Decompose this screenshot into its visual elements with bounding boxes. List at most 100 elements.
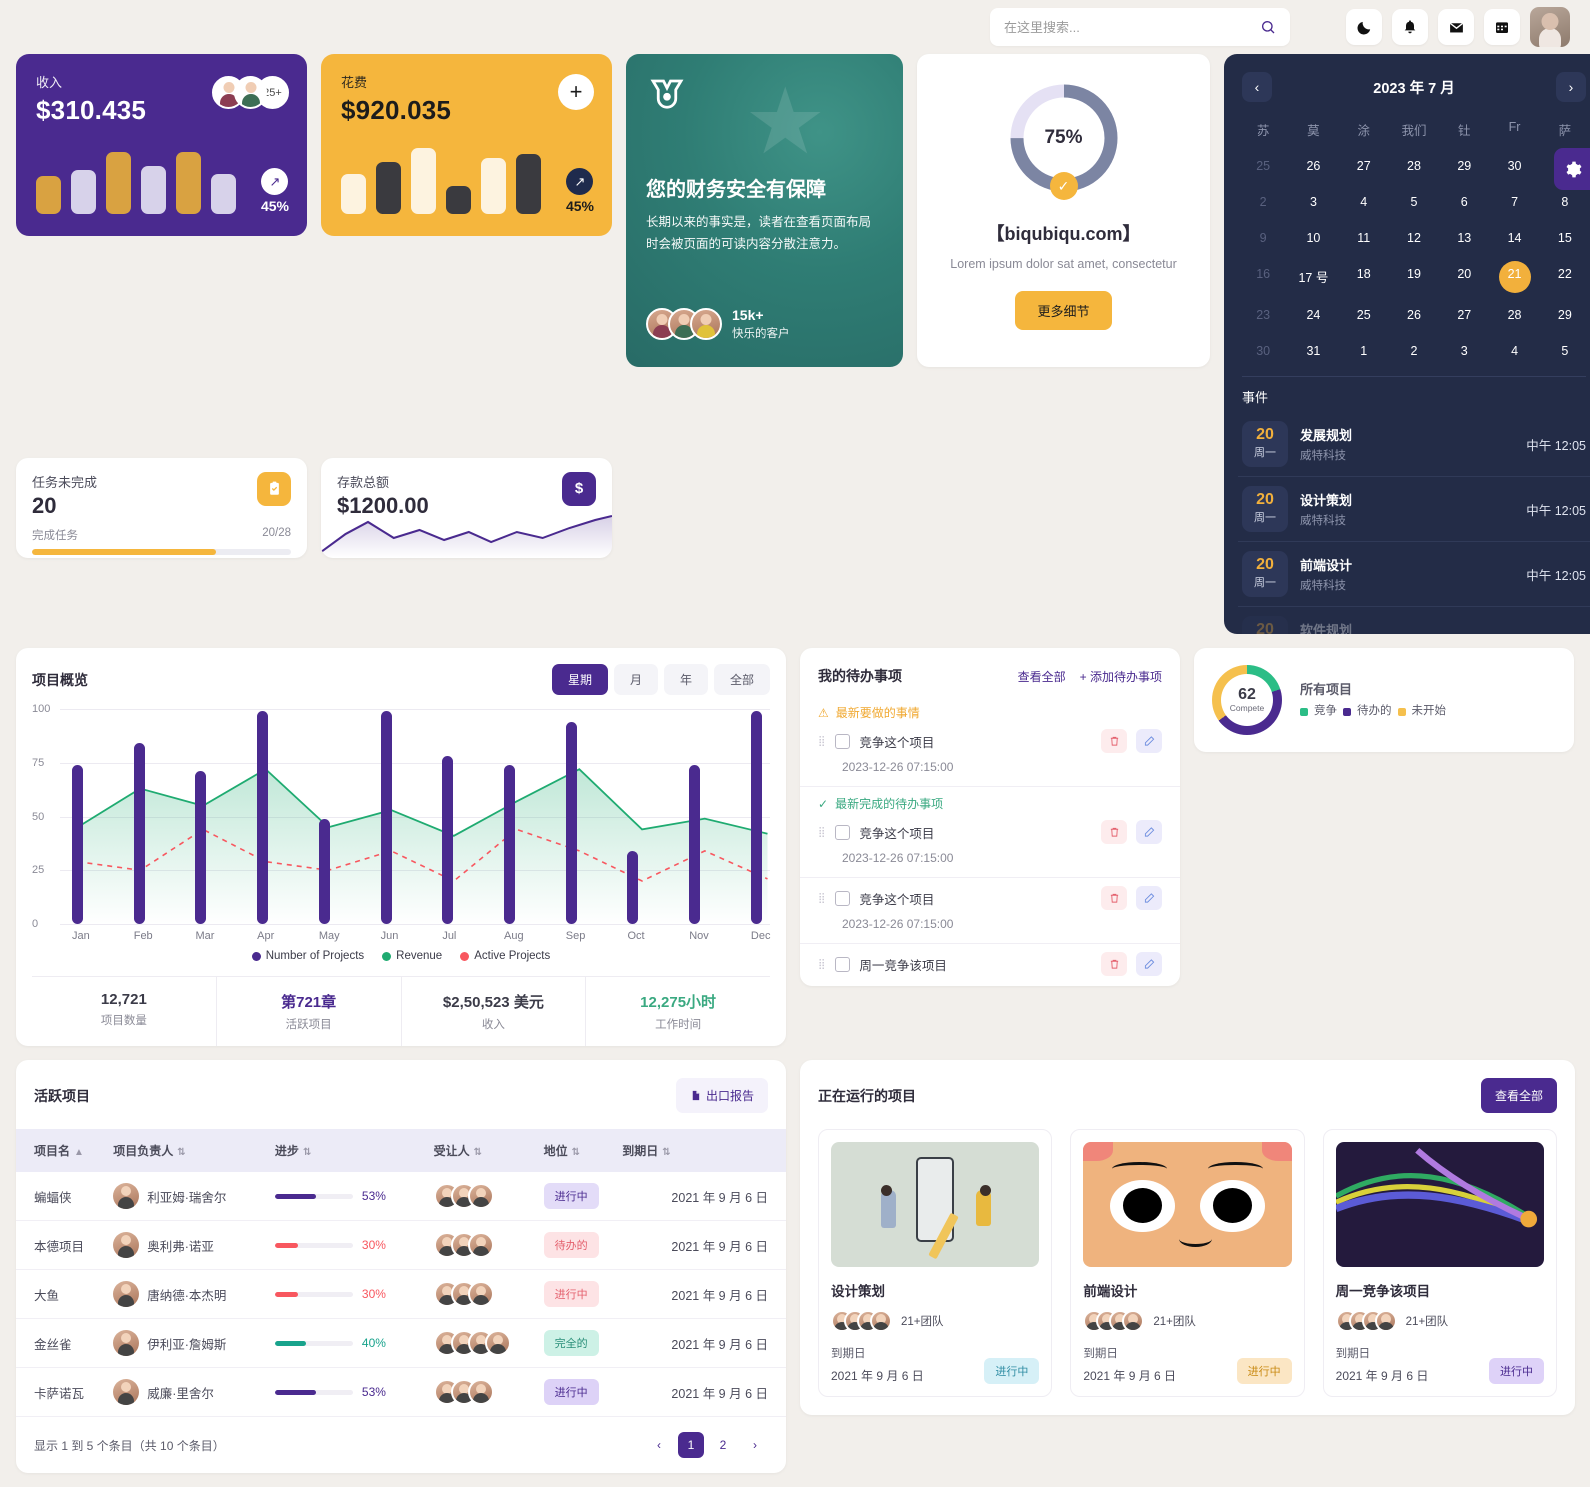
calendar-day[interactable]: 14 xyxy=(1489,221,1539,255)
calendar-day[interactable]: 16 xyxy=(1238,257,1288,296)
table-row[interactable]: 卡萨诺瓦 威廉·里舍尔 53% 进行中 2021 年 9 月 6 日 xyxy=(16,1367,786,1417)
search-icon[interactable] xyxy=(1260,19,1276,35)
calendar-day[interactable]: 19 xyxy=(1389,257,1439,296)
edit-todo-button[interactable] xyxy=(1136,952,1162,976)
table-row[interactable]: 大鱼 唐纳德·本杰明 30% 进行中 2021 年 9 月 6 日 xyxy=(16,1269,786,1319)
todo-item[interactable]: ⣿ 竞争这个项目 xyxy=(818,729,1162,753)
calendar-day[interactable]: 4 xyxy=(1339,185,1389,219)
calendar-day[interactable]: 25 xyxy=(1339,298,1389,332)
delete-todo-button[interactable] xyxy=(1101,952,1127,976)
calendar-day[interactable]: 24 xyxy=(1288,298,1338,332)
todo-checkbox[interactable] xyxy=(835,890,851,906)
calendar-day[interactable]: 7 xyxy=(1489,185,1539,219)
calendar-day[interactable]: 8 xyxy=(1540,185,1590,219)
calendar-day[interactable]: 2 xyxy=(1389,334,1439,368)
moon-icon[interactable] xyxy=(1346,9,1382,45)
pager-next-button[interactable]: › xyxy=(742,1432,768,1458)
edit-todo-button[interactable] xyxy=(1136,886,1162,910)
drag-handle-icon[interactable]: ⣿ xyxy=(818,827,826,837)
calendar-day[interactable]: 28 xyxy=(1389,149,1439,183)
todo-item[interactable]: ⣿ 竞争这个项目 xyxy=(818,886,1162,910)
calendar-day[interactable]: 27 xyxy=(1439,298,1489,332)
calendar-day[interactable]: 20 xyxy=(1439,257,1489,296)
delete-todo-button[interactable] xyxy=(1101,820,1127,844)
calendar-day[interactable]: 25 xyxy=(1238,149,1288,183)
table-column-header[interactable]: 受让人 ⇅ xyxy=(433,1129,544,1172)
calendar-day[interactable]: 18 xyxy=(1339,257,1389,296)
avatar[interactable] xyxy=(1530,7,1570,47)
event-item[interactable]: 20 周一 发展规划 威特科技 中午 12:05 xyxy=(1238,412,1590,477)
calendar-day[interactable]: 5 xyxy=(1540,334,1590,368)
table-row[interactable]: 本德项目 奥利弗·诺亚 30% 待办的 2021 年 9 月 6 日 xyxy=(16,1220,786,1270)
calendar-day[interactable]: 4 xyxy=(1489,334,1539,368)
calendar-day[interactable]: 12 xyxy=(1389,221,1439,255)
pager-page-button[interactable]: 2 xyxy=(710,1432,736,1458)
edit-todo-button[interactable] xyxy=(1136,729,1162,753)
calendar-day[interactable]: 2 xyxy=(1238,185,1288,219)
search-input[interactable] xyxy=(1004,19,1252,35)
calendar-day[interactable]: 13 xyxy=(1439,221,1489,255)
delete-todo-button[interactable] xyxy=(1101,886,1127,910)
calendar-next-button[interactable]: › xyxy=(1555,72,1586,102)
calendar-day[interactable]: 5 xyxy=(1389,185,1439,219)
calendar-day[interactable]: 6 xyxy=(1439,185,1489,219)
calendar-prev-button[interactable]: ‹ xyxy=(1242,72,1272,102)
delete-todo-button[interactable] xyxy=(1101,729,1127,753)
pager-prev-button[interactable]: ‹ xyxy=(646,1432,672,1458)
calendar-day[interactable]: 27 xyxy=(1339,149,1389,183)
calendar-day[interactable]: 29 xyxy=(1439,149,1489,183)
table-column-header[interactable]: 地位 ⇅ xyxy=(543,1129,623,1172)
event-item[interactable]: 20周一 软件规划威特科技中午 12:05 xyxy=(1238,607,1590,634)
calendar-day[interactable]: 28 xyxy=(1489,298,1539,332)
calendar-day[interactable]: 11 xyxy=(1339,221,1389,255)
event-item[interactable]: 20 周一 前端设计 威特科技 中午 12:05 xyxy=(1238,542,1590,607)
todo-checkbox[interactable] xyxy=(835,824,851,840)
chart-range-tab[interactable]: 星期 xyxy=(551,664,608,695)
calendar-day[interactable]: 30 xyxy=(1238,334,1288,368)
chart-range-tab[interactable]: 年 xyxy=(663,664,708,695)
calendar-day[interactable]: 22 xyxy=(1540,257,1590,296)
calendar-day[interactable]: 10 xyxy=(1288,221,1338,255)
chart-range-tab[interactable]: 全部 xyxy=(713,664,770,695)
event-item[interactable]: 20 周一 设计策划 威特科技 中午 12:05 xyxy=(1238,477,1590,542)
drag-handle-icon[interactable]: ⣿ xyxy=(818,736,826,746)
settings-gear-icon[interactable] xyxy=(1554,148,1590,190)
more-details-button[interactable]: 更多细节 xyxy=(1015,291,1112,331)
export-report-button[interactable]: 出口报告 xyxy=(675,1078,768,1113)
table-row[interactable]: 金丝雀 伊利亚·詹姆斯 40% 完全的 2021 年 9 月 6 日 xyxy=(16,1318,786,1368)
running-project-card[interactable]: 设计策划 21+团队 到期日 2021 年 9 月 6 日 进行中 xyxy=(818,1129,1053,1397)
running-project-card[interactable]: 周一竞争该项目 21+团队 到期日 2021 年 9 月 6 日 进行中 xyxy=(1322,1129,1557,1397)
calendar-day[interactable]: 31 xyxy=(1288,334,1338,368)
calendar-day[interactable]: 17 号 xyxy=(1288,257,1338,296)
calendar-day[interactable]: 21 xyxy=(1489,257,1539,296)
table-column-header[interactable]: 项目名 ▲ xyxy=(16,1129,114,1172)
drag-handle-icon[interactable]: ⣿ xyxy=(818,893,826,903)
drag-handle-icon[interactable]: ⣿ xyxy=(818,959,826,969)
calendar-day[interactable]: 15 xyxy=(1540,221,1590,255)
todo-add-link[interactable]: + 添加待办事项 xyxy=(1080,668,1162,685)
calendar-day[interactable]: 26 xyxy=(1389,298,1439,332)
todo-item[interactable]: ⣿ 竞争这个项目 xyxy=(818,820,1162,844)
table-row[interactable]: 蝙蝠侠 利亚姆·瑞舍尔 53% 进行中 2021 年 9 月 6 日 xyxy=(16,1172,786,1221)
todo-checkbox[interactable] xyxy=(835,956,851,972)
calendar-day[interactable]: 26 xyxy=(1288,149,1338,183)
table-column-header[interactable]: 项目负责人 ⇅ xyxy=(113,1129,275,1172)
calendar-day[interactable]: 1 xyxy=(1339,334,1389,368)
todo-view-all-link[interactable]: 查看全部 xyxy=(1018,668,1066,685)
calendar-day[interactable]: 30 xyxy=(1489,149,1539,183)
bell-icon[interactable] xyxy=(1392,9,1428,45)
table-column-header[interactable]: 到期日 ⇅ xyxy=(622,1129,786,1172)
calendar-day[interactable]: 9 xyxy=(1238,221,1288,255)
running-project-card[interactable]: 前端设计 21+团队 到期日 2021 年 9 月 6 日 进行中 xyxy=(1070,1129,1305,1397)
todo-item[interactable]: ⣿ 周一竞争该项目 xyxy=(818,952,1162,976)
table-column-header[interactable]: 进步 ⇅ xyxy=(274,1129,434,1172)
calendar-icon[interactable] xyxy=(1484,9,1520,45)
calendar-day[interactable]: 29 xyxy=(1540,298,1590,332)
pager-page-button[interactable]: 1 xyxy=(678,1432,704,1458)
running-view-all-button[interactable]: 查看全部 xyxy=(1480,1078,1557,1113)
todo-checkbox[interactable] xyxy=(835,733,851,749)
edit-todo-button[interactable] xyxy=(1136,820,1162,844)
calendar-day[interactable]: 3 xyxy=(1288,185,1338,219)
mail-icon[interactable] xyxy=(1438,9,1474,45)
add-expense-button[interactable]: + xyxy=(558,74,594,110)
